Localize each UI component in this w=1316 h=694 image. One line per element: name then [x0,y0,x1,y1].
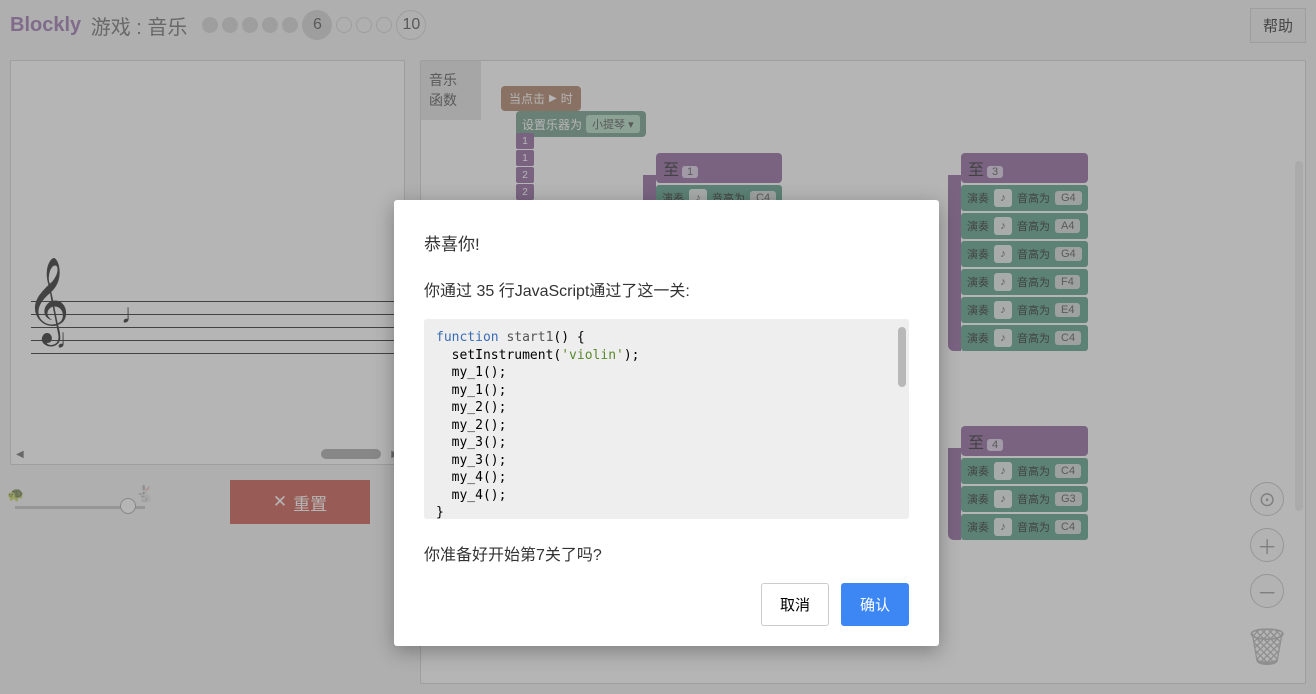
cancel-button[interactable]: 取消 [761,583,829,626]
success-dialog: 恭喜你! 你通过 35 行JavaScript通过了这一关: function … [394,200,939,646]
dialog-summary: 你通过 35 行JavaScript通过了这一关: [424,277,909,301]
code-scrollbar-thumb[interactable] [898,327,906,387]
code-preview[interactable]: function start1() { setInstrument('violi… [424,319,909,519]
dialog-next-prompt: 你准备好开始第7关了吗? [424,541,909,565]
dialog-congrats: 恭喜你! [424,230,909,255]
ok-button[interactable]: 确认 [841,583,909,626]
